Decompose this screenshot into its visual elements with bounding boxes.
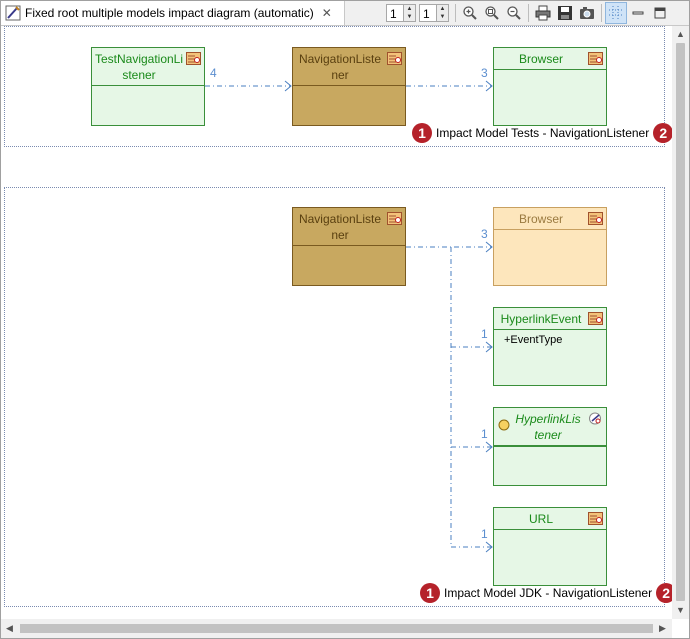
close-icon[interactable]: ✕ (320, 6, 334, 20)
multiplicity-label: 3 (481, 227, 488, 241)
class-icon (588, 512, 603, 525)
horizontal-scroll-thumb[interactable] (20, 624, 653, 633)
minimize-icon[interactable] (627, 2, 649, 24)
spinner-1[interactable]: 1 ▲ ▼ (386, 4, 416, 22)
section-label: 1 Impact Model JDK - NavigationListener … (420, 583, 672, 603)
badge-two: 2 (653, 123, 672, 143)
vertical-scroll-thumb[interactable] (676, 43, 685, 601)
class-navigation-listener[interactable]: NavigationListe ner (292, 207, 406, 286)
class-test-navigation-listener[interactable]: TestNavigationLi stener (91, 47, 205, 126)
editor-tab[interactable]: Fixed root multiple models impact diagra… (1, 1, 345, 25)
class-navigation-listener[interactable]: NavigationListe ner (292, 47, 406, 126)
scroll-left-icon[interactable]: ◀ (6, 623, 13, 634)
tab-title: Fixed root multiple models impact diagra… (25, 6, 314, 20)
diagram-icon (5, 5, 21, 21)
print-icon[interactable] (532, 2, 554, 24)
class-icon (588, 312, 603, 325)
export-image-icon[interactable] (576, 2, 598, 24)
diagram-canvas[interactable]: TestNavigationLi stener 4 NavigationListe… (1, 26, 672, 619)
class-icon (588, 52, 603, 65)
spinner-1-value[interactable]: 1 (386, 4, 404, 22)
editor-tabbar: Fixed root multiple models impact diagra… (1, 1, 689, 26)
spinner-down-icon[interactable]: ▼ (404, 13, 415, 21)
interface-type-icon (589, 412, 601, 425)
toolbar-separator (528, 4, 529, 22)
multiplicity-label: 4 (210, 66, 217, 80)
spinner-2-value[interactable]: 1 (419, 4, 437, 22)
multiplicity-label: 1 (481, 527, 488, 541)
badge-one: 1 (412, 123, 432, 143)
save-icon[interactable] (554, 2, 576, 24)
diagram-editor: Fixed root multiple models impact diagra… (0, 0, 690, 639)
spinner-down-icon[interactable]: ▼ (437, 13, 448, 21)
interface-icon (498, 419, 510, 431)
maximize-icon[interactable] (649, 2, 671, 24)
badge-one: 1 (420, 583, 440, 603)
diagram-toolbar: 1 ▲ ▼ 1 ▲ ▼ (386, 2, 671, 24)
class-icon (387, 212, 402, 225)
interface-hyperlink-listener[interactable]: HyperlinkLis tener (493, 407, 607, 486)
class-icon (588, 212, 603, 225)
multiplicity-label: 1 (481, 427, 488, 441)
horizontal-scrollbar[interactable]: ◀ ▶ (1, 619, 672, 638)
zoom-fit-icon[interactable] (481, 2, 503, 24)
badge-two: 2 (656, 583, 672, 603)
class-browser[interactable]: Browser (493, 207, 607, 286)
class-icon (186, 52, 201, 65)
multiplicity-label: 1 (481, 327, 488, 341)
class-icon (387, 52, 402, 65)
class-browser[interactable]: Browser (493, 47, 607, 126)
spinner-2[interactable]: 1 ▲ ▼ (419, 4, 449, 22)
grid-icon[interactable] (605, 2, 627, 24)
multiplicity-label: 3 (481, 66, 488, 80)
toolbar-separator (601, 4, 602, 22)
class-attribute: +EventType (504, 334, 563, 346)
class-hyperlink-event[interactable]: HyperlinkEvent +EventType (493, 307, 607, 386)
section-label-text: Impact Model JDK - NavigationListener (444, 586, 653, 600)
scroll-down-icon[interactable]: ▼ (676, 605, 685, 615)
zoom-out-icon[interactable] (503, 2, 525, 24)
section-label-text: Impact Model Tests - NavigationListener (436, 126, 650, 140)
spinner-up-icon[interactable]: ▲ (404, 5, 415, 13)
section-label: 1 Impact Model Tests - NavigationListene… (412, 123, 672, 143)
scroll-up-icon[interactable]: ▲ (676, 29, 685, 39)
zoom-in-icon[interactable] (459, 2, 481, 24)
class-url[interactable]: URL (493, 507, 607, 586)
toolbar-separator (455, 4, 456, 22)
spinner-up-icon[interactable]: ▲ (437, 5, 448, 13)
vertical-scrollbar[interactable]: ▲ ▼ (672, 26, 689, 619)
scroll-right-icon[interactable]: ▶ (659, 623, 666, 634)
